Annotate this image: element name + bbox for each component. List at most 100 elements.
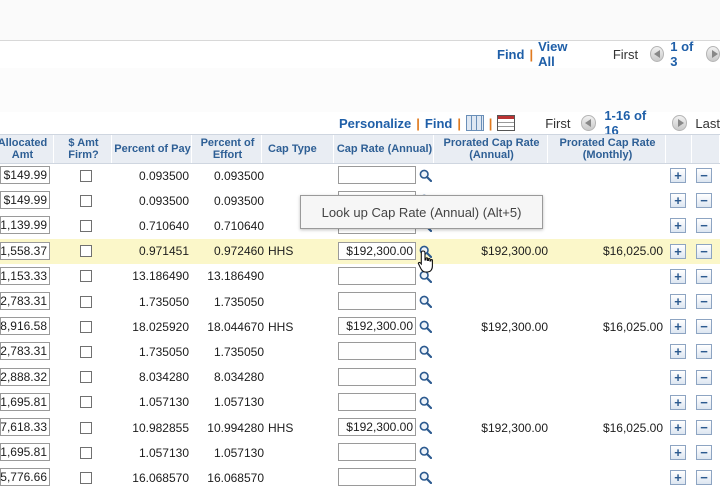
amt-firm-checkbox[interactable] — [80, 421, 92, 434]
zoom-grid-icon[interactable] — [465, 115, 484, 131]
amt-firm-checkbox[interactable] — [80, 270, 92, 283]
col-percent-of-effort[interactable]: Percent of Effort — [194, 135, 262, 163]
cap-rate-input[interactable] — [338, 342, 416, 361]
delete-row-button[interactable]: − — [696, 369, 712, 385]
delete-row-button[interactable]: − — [696, 193, 712, 209]
cap-rate-input[interactable]: $192,300.00 — [338, 241, 416, 260]
magnifier-icon[interactable] — [419, 320, 433, 334]
allocated-amt-input[interactable]: 1,558.37 — [0, 241, 50, 260]
delete-row-button[interactable]: − — [696, 344, 712, 360]
first-label[interactable]: First — [613, 47, 638, 62]
cap-rate-input[interactable]: $192,300.00 — [338, 317, 416, 336]
amt-firm-checkbox[interactable] — [80, 194, 92, 207]
grid-next-arrow-icon[interactable] — [671, 115, 688, 131]
delete-row-button[interactable]: − — [696, 319, 712, 335]
allocated-amt-input[interactable]: 1,695.81 — [0, 443, 50, 462]
magnifier-icon[interactable] — [419, 345, 433, 359]
magnifier-icon[interactable] — [419, 471, 433, 485]
cap-rate-input[interactable] — [338, 392, 416, 411]
add-row-button[interactable]: + — [670, 168, 686, 183]
add-row-button[interactable]: + — [670, 445, 686, 461]
allocated-amt-input[interactable]: $149.99 — [0, 166, 50, 184]
add-row-button[interactable]: + — [670, 319, 686, 335]
cap-rate-input[interactable] — [338, 166, 416, 184]
allocated-amt-input[interactable]: 1,153.33 — [0, 266, 50, 285]
prorated-cap-rate-annual — [436, 365, 548, 390]
amt-firm-checkbox[interactable] — [80, 295, 92, 308]
magnifier-icon[interactable] — [419, 446, 433, 460]
previous-arrow-icon[interactable] — [650, 46, 665, 62]
cap-type — [268, 440, 318, 465]
magnifier-icon[interactable] — [419, 169, 433, 183]
grid-find-link[interactable]: Find — [425, 116, 452, 131]
grid-previous-arrow-icon[interactable] — [580, 115, 597, 131]
amt-firm-checkbox[interactable] — [80, 446, 92, 459]
amt-firm-checkbox[interactable] — [80, 371, 92, 384]
add-row-button[interactable]: + — [670, 193, 686, 209]
grid-last-label[interactable]: Last — [695, 116, 720, 131]
col-cap-type[interactable]: Cap Type — [266, 135, 334, 163]
personalize-link[interactable]: Personalize — [339, 116, 411, 131]
col-add — [666, 135, 692, 163]
delete-row-button[interactable]: − — [696, 243, 712, 259]
col-allocated-amt[interactable]: Allocated Amt — [0, 135, 54, 163]
col-prorated-annual[interactable]: Prorated Cap Rate (Annual) — [436, 135, 548, 163]
allocated-amt-input[interactable]: 1,695.81 — [0, 392, 50, 411]
cap-rate-input[interactable] — [338, 443, 416, 462]
col-percent-of-pay[interactable]: Percent of Pay — [114, 135, 192, 163]
cap-rate-input[interactable] — [338, 367, 416, 386]
col-cap-rate-annual[interactable]: Cap Rate (Annual) — [336, 135, 434, 163]
add-row-button[interactable]: + — [670, 268, 686, 284]
add-row-button[interactable]: + — [670, 243, 686, 259]
add-row-button[interactable]: + — [670, 294, 686, 309]
view-all-link[interactable]: View All — [538, 39, 581, 69]
allocated-amt-input[interactable]: 8,916.58 — [0, 317, 50, 336]
table-row: 1,695.81 1.057130 1.057130 + − — [0, 390, 720, 415]
download-grid-icon[interactable] — [497, 115, 516, 131]
allocated-amt-input[interactable]: $149.99 — [0, 191, 50, 210]
delete-row-button[interactable]: − — [696, 420, 712, 435]
prorated-cap-rate-monthly — [550, 213, 663, 238]
delete-row-button[interactable]: − — [696, 168, 712, 183]
delete-row-button[interactable]: − — [696, 294, 712, 309]
amt-firm-checkbox[interactable] — [80, 320, 92, 333]
add-row-button[interactable]: + — [670, 394, 686, 410]
amt-firm-checkbox[interactable] — [80, 245, 92, 258]
cap-rate-input[interactable] — [338, 468, 416, 487]
delete-row-button[interactable]: − — [696, 268, 712, 284]
find-link[interactable]: Find — [497, 47, 524, 62]
allocated-amt-input[interactable]: 5,776.66 — [0, 468, 50, 487]
add-row-button[interactable]: + — [670, 344, 686, 360]
allocated-amt-input[interactable]: 2,888.32 — [0, 367, 50, 386]
amt-firm-checkbox[interactable] — [80, 396, 92, 409]
delete-row-button[interactable]: − — [696, 218, 712, 234]
table-row: 1,153.33 13.186490 13.186490 + − — [0, 264, 720, 289]
col-prorated-monthly[interactable]: Prorated Cap Rate (Monthly) — [550, 135, 666, 163]
add-row-button[interactable]: + — [670, 218, 686, 234]
magnifier-icon[interactable] — [419, 396, 433, 409]
allocated-amt-input[interactable]: 1,139.99 — [0, 216, 50, 235]
next-arrow-icon[interactable] — [705, 46, 720, 62]
cap-rate-input[interactable] — [338, 266, 416, 285]
delete-row-button[interactable]: − — [696, 394, 712, 410]
amt-firm-checkbox[interactable] — [80, 219, 92, 232]
amt-firm-checkbox[interactable] — [80, 345, 92, 358]
amt-firm-checkbox[interactable] — [80, 169, 92, 182]
grid-first-label[interactable]: First — [545, 116, 570, 131]
cap-rate-input[interactable]: $192,300.00 — [338, 418, 416, 436]
add-row-button[interactable]: + — [670, 369, 686, 385]
magnifier-icon[interactable] — [419, 421, 433, 435]
cap-rate-input[interactable] — [338, 292, 416, 310]
allocated-amt-input[interactable]: 2,783.31 — [0, 292, 50, 310]
percent-of-effort: 0.093500 — [213, 168, 264, 183]
col-amt-firm[interactable]: $ Amt Firm? — [56, 135, 112, 163]
amt-firm-checkbox[interactable] — [80, 471, 92, 484]
magnifier-icon[interactable] — [419, 371, 433, 384]
allocated-amt-input[interactable]: 7,618.33 — [0, 418, 50, 436]
add-row-button[interactable]: + — [670, 420, 686, 435]
magnifier-icon[interactable] — [419, 295, 433, 309]
add-row-button[interactable]: + — [670, 470, 686, 486]
delete-row-button[interactable]: − — [696, 445, 712, 461]
delete-row-button[interactable]: − — [696, 470, 712, 486]
allocated-amt-input[interactable]: 2,783.31 — [0, 342, 50, 361]
